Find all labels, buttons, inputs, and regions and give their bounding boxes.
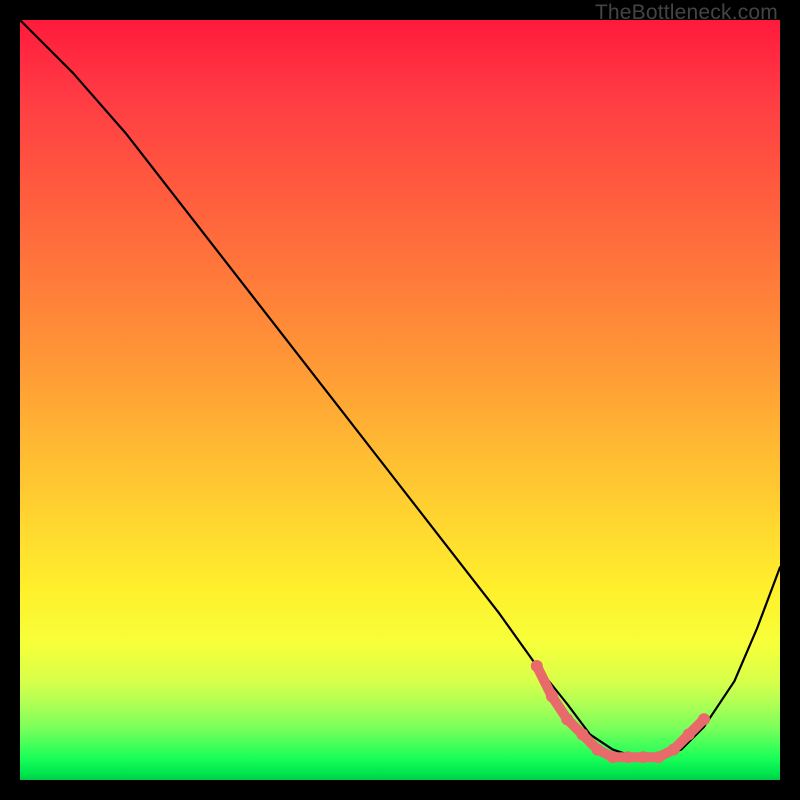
optimal-band-dot [652,751,664,763]
optimal-band-dot [561,713,573,725]
plot-area [20,20,780,780]
optimal-band-dot [607,751,619,763]
optimal-band-dot [622,751,634,763]
optimal-band-dot [592,744,604,756]
bottleneck-curve-line [20,20,780,757]
optimal-band-line [537,666,704,757]
chart-frame: TheBottleneck.com [0,0,800,800]
chart-svg [20,20,780,780]
optimal-band-dot [683,728,695,740]
optimal-band-dot [668,744,680,756]
optimal-band-dot [546,690,558,702]
watermark-text: TheBottleneck.com [595,1,778,25]
optimal-band-dot [576,728,588,740]
optimal-band-dot [637,751,649,763]
optimal-band-dot [698,713,710,725]
optimal-band-dot [531,660,543,672]
curve-group [20,20,780,763]
